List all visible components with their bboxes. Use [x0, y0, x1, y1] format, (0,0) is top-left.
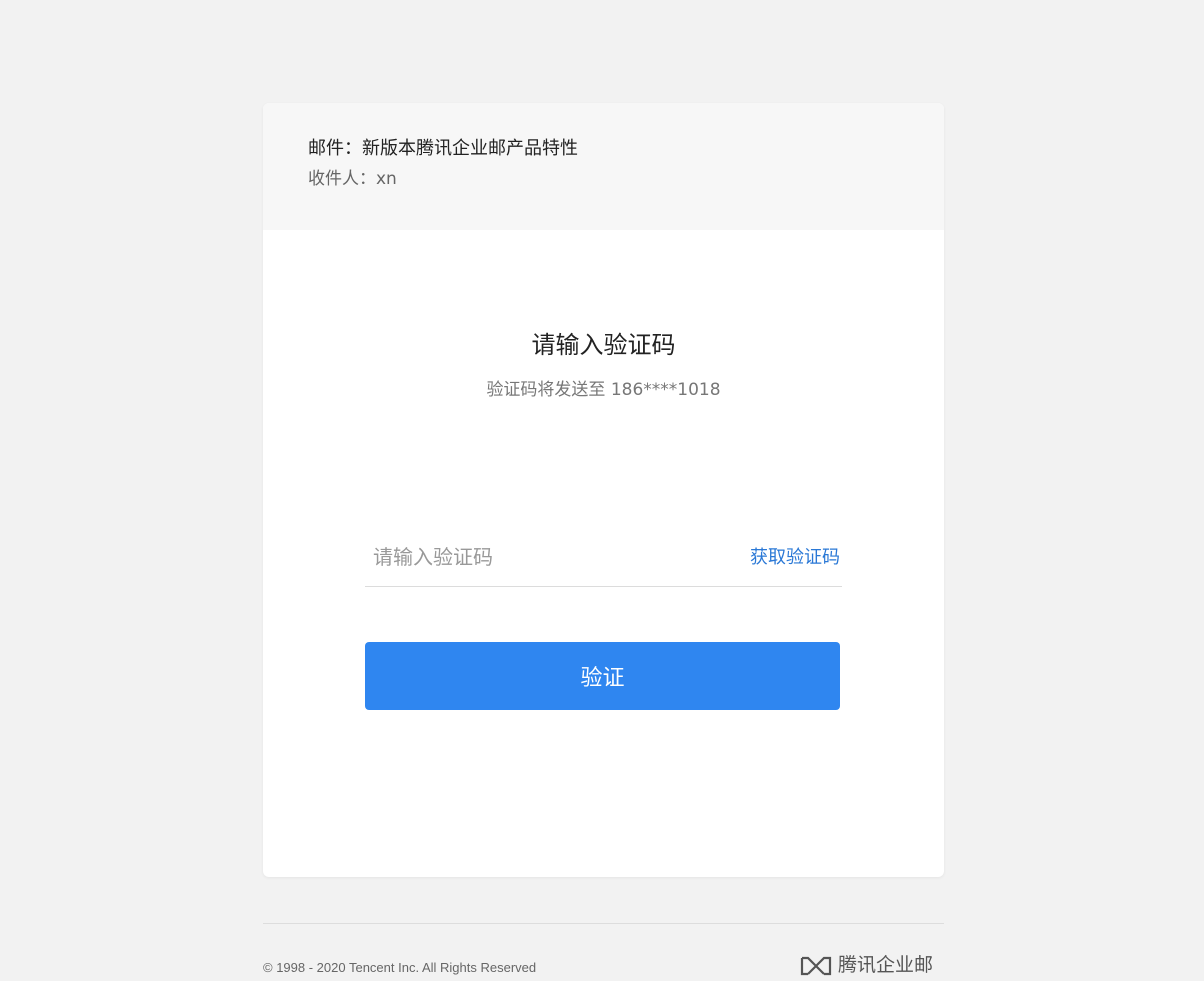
- mail-info-header: 邮件：新版本腾讯企业邮产品特性 收件人：xn: [263, 103, 944, 230]
- brand-name: 腾讯企业邮: [838, 954, 934, 976]
- mail-recipient: 收件人：xn: [308, 169, 397, 189]
- mail-subject: 邮件：新版本腾讯企业邮产品特性: [308, 138, 578, 159]
- brand-logo: 腾讯企业邮: [800, 953, 933, 978]
- footer-divider: [263, 923, 944, 924]
- verify-title: 请输入验证码: [531, 331, 676, 359]
- verification-card: 邮件：新版本腾讯企业邮产品特性 收件人：xn 请输入验证码 验证码将发送至 18…: [263, 103, 944, 877]
- verification-code-input[interactable]: [365, 534, 713, 580]
- get-code-link[interactable]: 获取验证码: [750, 544, 840, 572]
- tencent-exmail-logo-icon: [800, 955, 832, 977]
- copyright-text: © 1998 - 2020 Tencent Inc. All Rights Re…: [263, 960, 537, 975]
- verification-body: 请输入验证码 验证码将发送至 186****1018 获取验证码 验证: [263, 230, 944, 877]
- verify-subtitle: 验证码将发送至 186****1018: [486, 380, 721, 400]
- verify-button[interactable]: 验证: [365, 642, 840, 710]
- code-input-row: 获取验证码: [365, 534, 842, 587]
